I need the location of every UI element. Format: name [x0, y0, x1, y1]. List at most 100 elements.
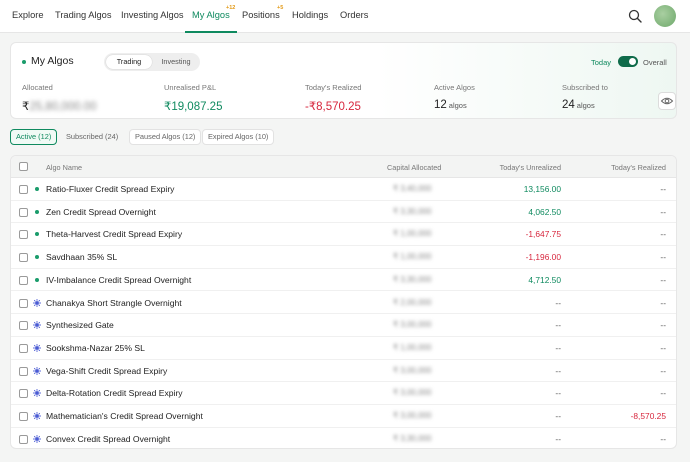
avatar[interactable] — [654, 5, 676, 27]
status-dot-icon — [22, 60, 26, 64]
table-row[interactable]: Mathematician's Credit Spread Overnight ₹… — [11, 405, 676, 428]
algo-name: Savdhaan 35% SL — [46, 252, 118, 263]
todays-unrealized: 4,062.50 — [528, 206, 561, 217]
stat-subscribed-value: 24 algos — [562, 99, 608, 111]
select-all-checkbox[interactable] — [19, 162, 28, 171]
algo-name: IV-Imbalance Credit Spread Overnight — [46, 274, 192, 285]
algo-name: Chanakya Short Strangle Overnight — [46, 297, 182, 308]
segment-investing[interactable]: Investing — [154, 55, 198, 69]
algo-type-star-icon — [33, 321, 41, 330]
page-title: My Algos — [31, 55, 74, 67]
capital-allocated: ₹ 2,00,000 — [393, 297, 432, 307]
top-nav: Explore Trading Algos Investing Algos My… — [0, 0, 690, 33]
row-checkbox[interactable] — [19, 321, 28, 331]
todays-unrealized: -- — [555, 297, 561, 308]
todays-realized: -- — [660, 229, 666, 240]
toggle-visibility-button[interactable] — [658, 92, 676, 110]
stat-active-algos: Active Algos 12 algos — [434, 83, 475, 111]
table-row[interactable]: Chanakya Short Strangle Overnight ₹ 2,00,… — [11, 292, 676, 315]
row-checkbox[interactable] — [19, 253, 28, 263]
todays-unrealized: -- — [555, 411, 561, 421]
nav-orders[interactable]: Orders — [340, 0, 368, 33]
toggle-knob — [629, 58, 636, 65]
nav-investing-algos[interactable]: Investing Algos — [121, 0, 184, 33]
table-row[interactable]: Sookshma-Nazar 25% SL ₹ 1,00,000 -- -- — [11, 337, 676, 360]
table-row[interactable]: Savdhaan 35% SL ₹ 1,00,000 -1,196.00 -- — [11, 246, 676, 269]
algo-name: Synthesized Gate — [46, 320, 114, 331]
row-checkbox[interactable] — [19, 207, 28, 217]
capital-allocated: ₹ 1,00,000 — [393, 252, 432, 262]
todays-unrealized: -- — [555, 388, 561, 399]
stat-active-value: 12 algos — [434, 99, 475, 111]
table-row[interactable]: Theta-Harvest Credit Spread Expiry ₹ 1,00… — [11, 223, 676, 247]
table-row[interactable]: Synthesized Gate ₹ 3,00,000 -- -- — [11, 314, 676, 337]
nav-positions-badge: +5 — [277, 5, 284, 11]
nav-explore[interactable]: Explore — [12, 0, 44, 33]
todays-unrealized: -1,647.75 — [525, 229, 561, 240]
row-checkbox[interactable] — [19, 185, 28, 194]
table-row[interactable]: Convex Credit Spread Overnight ₹ 3,30,000… — [11, 428, 676, 448]
todays-realized: -- — [660, 433, 666, 444]
header-unrealized[interactable]: Today's Unrealized — [500, 163, 561, 172]
row-checkbox[interactable] — [19, 230, 28, 240]
todays-unrealized: -- — [555, 365, 561, 376]
algo-name: Mathematician's Credit Spread Overnight — [46, 411, 203, 421]
algo-status-dot-icon — [35, 187, 39, 191]
search-icon[interactable] — [628, 9, 642, 23]
header-realized[interactable]: Today's Realized — [611, 163, 666, 172]
stat-active-label: Active Algos — [434, 83, 475, 92]
filter-paused[interactable]: Paused Algos (12) — [129, 129, 202, 145]
row-checkbox[interactable] — [19, 389, 28, 399]
nav-positions[interactable]: Positions — [242, 0, 280, 33]
row-checkbox[interactable] — [19, 343, 28, 353]
capital-allocated: ₹ 3,30,000 — [393, 206, 432, 216]
table-row[interactable]: Ratio-Fluxer Credit Spread Expiry ₹ 3,40,… — [11, 178, 676, 201]
header-algo-name[interactable]: Algo Name — [46, 163, 82, 172]
algo-type-star-icon — [33, 366, 41, 375]
todays-unrealized: 13,156.00 — [523, 184, 561, 194]
row-checkbox[interactable] — [19, 366, 28, 376]
capital-allocated: ₹ 3,00,000 — [393, 411, 432, 420]
nav-trading-algos[interactable]: Trading Algos — [55, 0, 112, 33]
algo-type-star-icon — [33, 343, 41, 352]
algo-name: Vega-Shift Credit Spread Expiry — [46, 365, 168, 376]
nav-holdings[interactable]: Holdings — [292, 0, 328, 33]
row-checkbox[interactable] — [19, 434, 28, 444]
algo-name: Ratio-Fluxer Credit Spread Expiry — [46, 184, 175, 194]
filter-subscribed[interactable]: Subscribed (24) — [60, 129, 124, 145]
todays-realized: -- — [660, 252, 666, 263]
capital-allocated: ₹ 1,00,000 — [393, 229, 432, 239]
table-header: Algo Name Capital Allocated Today's Unre… — [11, 156, 676, 178]
stat-realized-label: Today's Realized — [305, 83, 362, 92]
filter-active[interactable]: Active (12) — [10, 129, 58, 145]
header-capital[interactable]: Capital Allocated — [387, 163, 441, 172]
todays-realized: -- — [660, 184, 666, 194]
table-row[interactable]: Vega-Shift Credit Spread Expiry ₹ 3,00,00… — [11, 360, 676, 383]
algo-type-star-icon — [33, 434, 41, 443]
table-row[interactable]: IV-Imbalance Credit Spread Overnight ₹ 3,… — [11, 269, 676, 292]
row-checkbox[interactable] — [19, 412, 28, 421]
algos-table: Algo Name Capital Allocated Today's Unre… — [10, 155, 677, 449]
today-overall-toggle[interactable] — [618, 56, 638, 67]
filter-expired[interactable]: Expired Algos (10) — [202, 129, 275, 145]
stat-allocated-label: Allocated — [22, 83, 53, 92]
overall-label: Overall — [643, 58, 667, 67]
algo-type-star-icon — [33, 412, 41, 420]
active-unit: algos — [448, 101, 467, 110]
todays-realized: -- — [660, 365, 666, 376]
algo-name: Convex Credit Spread Overnight — [46, 433, 171, 444]
todays-realized: -- — [660, 342, 666, 353]
stat-subscribed: Subscribed to 24 algos — [562, 83, 608, 111]
segment-trading[interactable]: Trading — [106, 55, 152, 69]
row-checkbox[interactable] — [19, 275, 28, 285]
stat-realized-value: -₹8,570.25 — [305, 101, 361, 113]
todays-unrealized: -- — [555, 320, 561, 331]
subscribed-count: 24 — [562, 99, 575, 111]
todays-realized: -8,570.25 — [630, 411, 666, 421]
row-checkbox[interactable] — [19, 298, 28, 308]
stat-unrealised-value: ₹19,087.25 — [164, 101, 223, 113]
table-row[interactable]: Delta-Rotation Credit Spread Expiry ₹ 3,0… — [11, 382, 676, 405]
algo-type-star-icon — [33, 298, 41, 307]
algo-type-star-icon — [33, 389, 41, 398]
table-row[interactable]: Zen Credit Spread Overnight ₹ 3,30,000 4,0… — [11, 201, 676, 224]
